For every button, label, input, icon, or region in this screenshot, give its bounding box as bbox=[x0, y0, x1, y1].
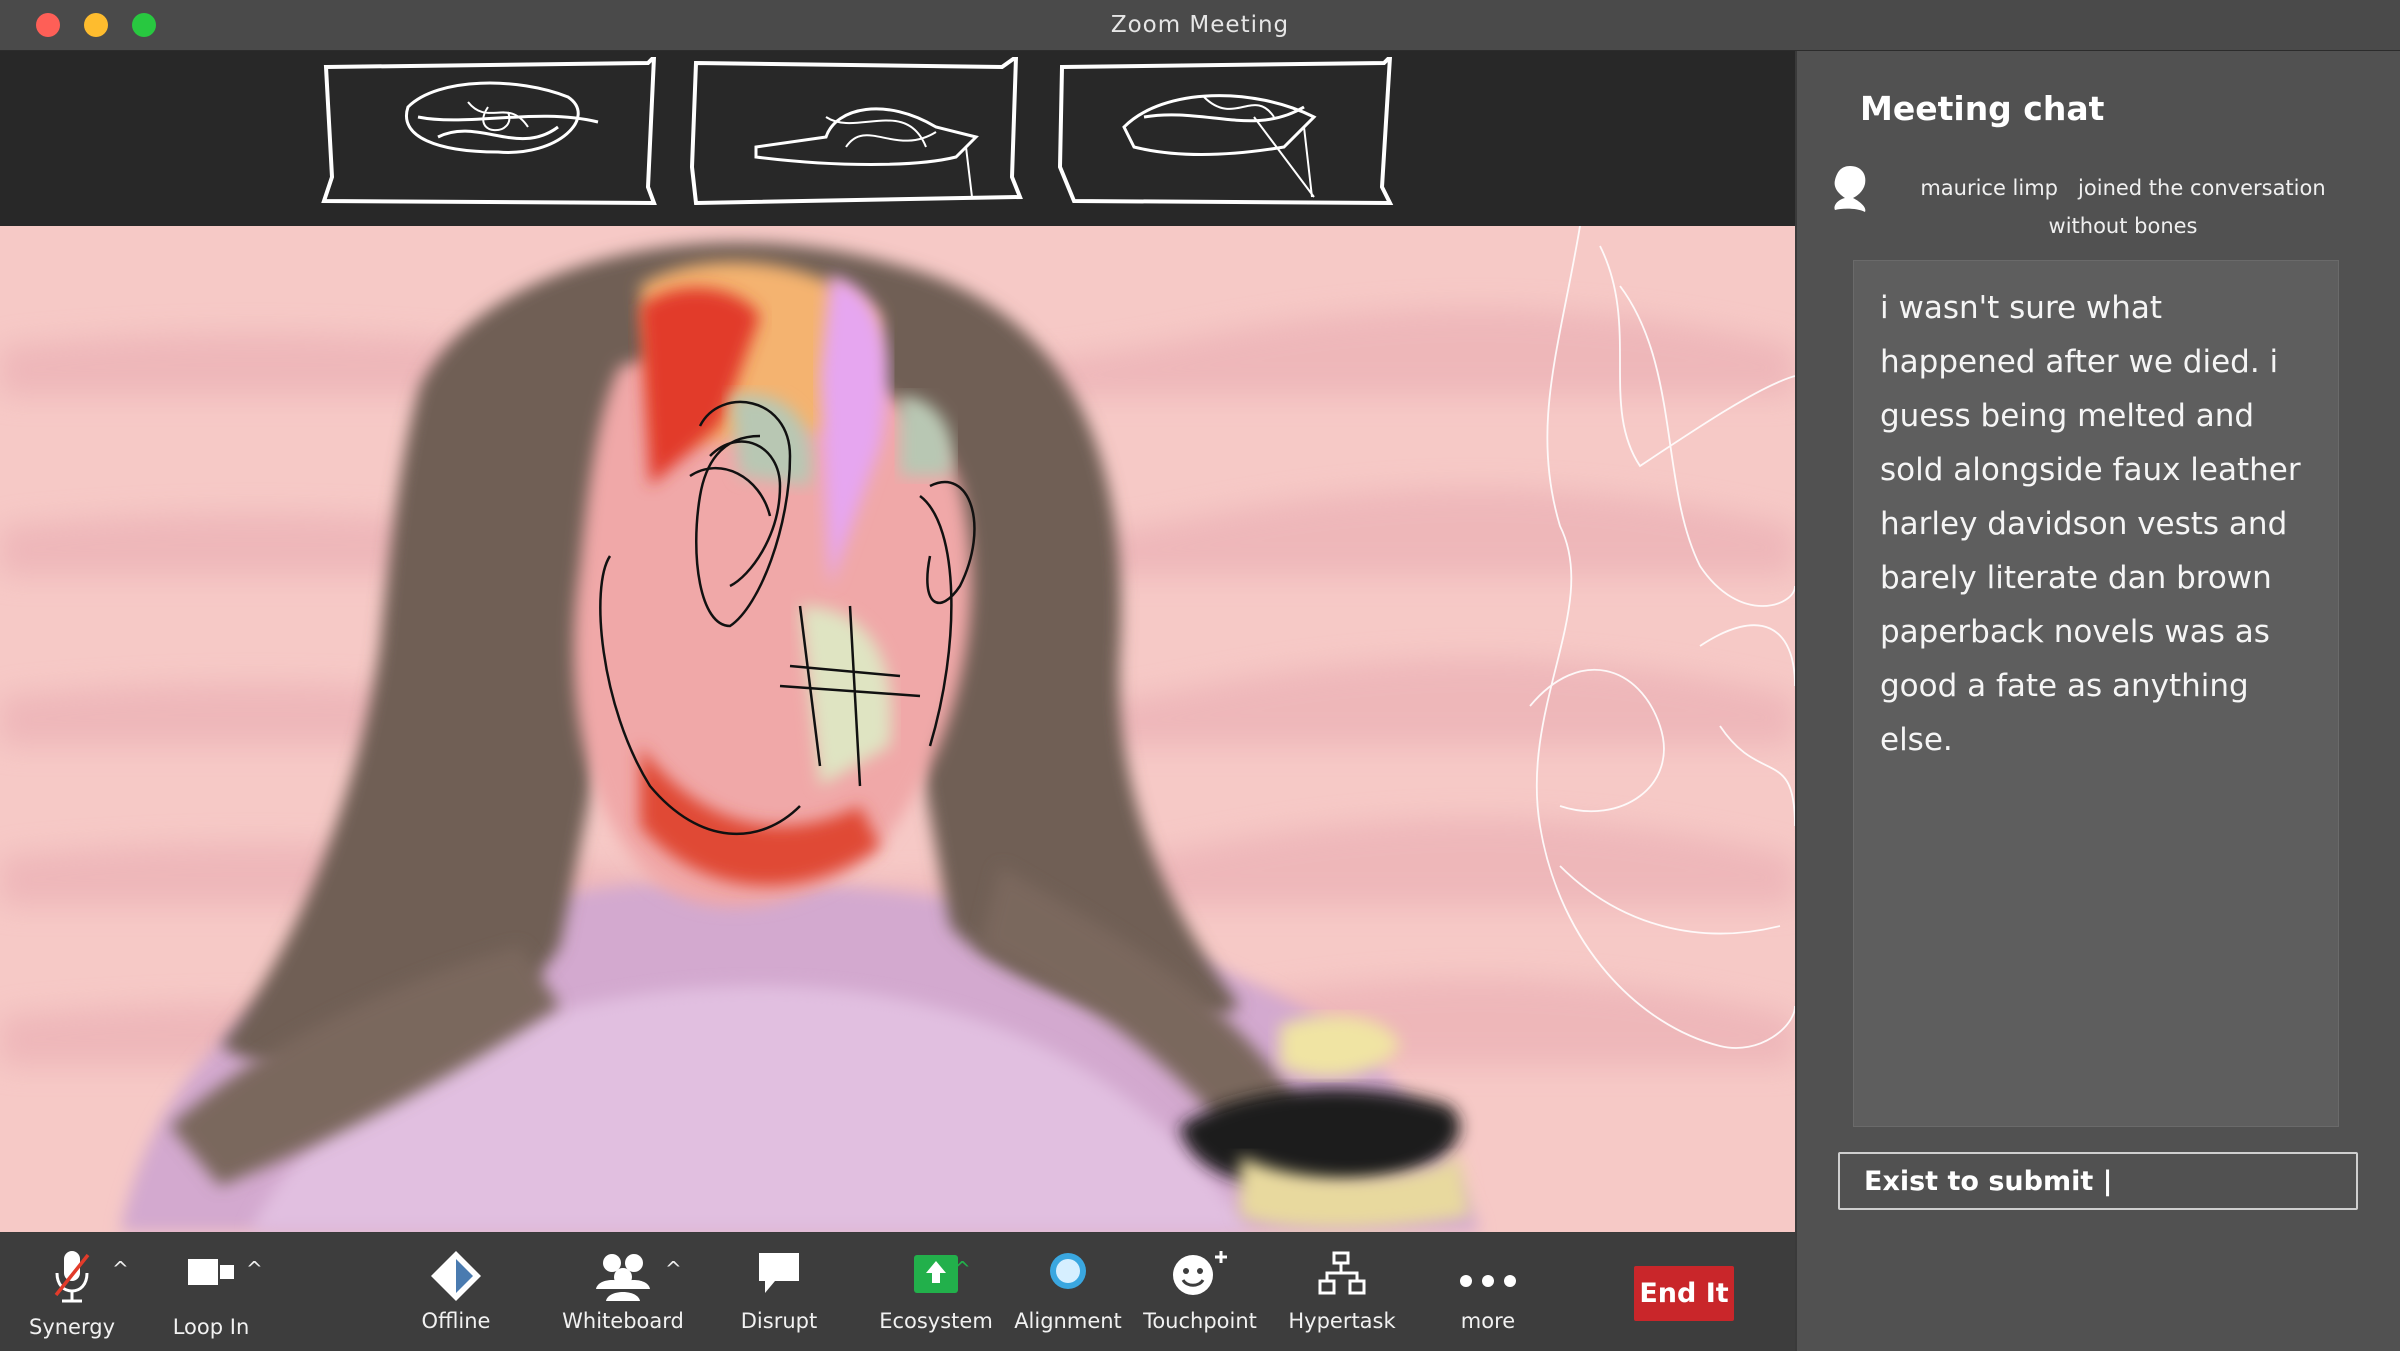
loop-in-label: Loop In bbox=[172, 1315, 250, 1339]
chat-input[interactable]: Exist to submit | bbox=[1838, 1152, 2358, 1210]
end-meeting-button[interactable]: End It bbox=[1634, 1266, 1734, 1321]
whiteboard-button[interactable]: Whiteboard bbox=[556, 1233, 690, 1351]
participant-thumbnail-3[interactable] bbox=[1054, 57, 1394, 205]
whiteboard-options-caret[interactable]: ^ bbox=[665, 1257, 682, 1281]
more-options-icon bbox=[1460, 1275, 1516, 1287]
loop-in-button[interactable]: Loop In bbox=[150, 1233, 272, 1351]
participant-join-icon bbox=[1834, 166, 1866, 212]
record-icon bbox=[1050, 1253, 1086, 1289]
meeting-toolbar: Synergy ^ Loop In ^ Offline Whiteboard ^ bbox=[0, 1233, 1795, 1351]
participants-icon bbox=[596, 1254, 650, 1301]
ecosystem-options-caret[interactable]: ^ bbox=[954, 1257, 971, 1281]
share-screen-icon bbox=[914, 1255, 958, 1293]
chat-message: i wasn't sure what happened after we die… bbox=[1880, 290, 2301, 758]
offline-label: Offline bbox=[421, 1309, 491, 1333]
loop-in-options-caret[interactable]: ^ bbox=[246, 1257, 263, 1281]
alignment-button[interactable]: Alignment bbox=[1014, 1233, 1122, 1351]
join-notice: maurice limp joined the conversation wit… bbox=[1893, 169, 2353, 245]
participant-thumbnail-1[interactable] bbox=[318, 57, 658, 205]
shield-icon bbox=[431, 1251, 481, 1301]
synergy-options-caret[interactable]: ^ bbox=[112, 1257, 129, 1281]
chat-bubble-icon bbox=[759, 1253, 799, 1293]
chat-message-area[interactable]: i wasn't sure what happened after we die… bbox=[1853, 260, 2339, 1127]
participant-thumbnail-strip bbox=[0, 51, 1795, 226]
window-title: Zoom Meeting bbox=[1110, 12, 1290, 38]
join-action: joined the conversation bbox=[2078, 176, 2326, 200]
alignment-label: Alignment bbox=[1014, 1309, 1122, 1333]
muted-microphone-icon bbox=[54, 1251, 90, 1303]
apps-icon bbox=[1318, 1251, 1366, 1295]
synergy-label: Synergy bbox=[28, 1315, 115, 1339]
reactions-icon bbox=[1173, 1251, 1227, 1295]
join-participant-name: maurice limp bbox=[1920, 176, 2059, 200]
chat-input-value: Exist to submit | bbox=[1864, 1166, 2113, 1197]
disrupt-label: Disrupt bbox=[740, 1309, 818, 1333]
more-button[interactable]: more bbox=[1438, 1233, 1538, 1351]
touchpoint-label: Touchpoint bbox=[1143, 1309, 1257, 1333]
ecosystem-label: Ecosystem bbox=[879, 1309, 993, 1333]
offline-button[interactable]: Offline bbox=[400, 1233, 512, 1351]
hypertask-button[interactable]: Hypertask bbox=[1282, 1233, 1402, 1351]
ecosystem-button[interactable]: Ecosystem bbox=[876, 1233, 996, 1351]
speaker-painting bbox=[0, 226, 1795, 1232]
synergy-button[interactable]: Synergy bbox=[14, 1233, 130, 1351]
participant-thumbnail-2[interactable] bbox=[686, 57, 1026, 205]
title-bar: Zoom Meeting bbox=[0, 0, 2400, 51]
more-label: more bbox=[1460, 1309, 1516, 1333]
hypertask-label: Hypertask bbox=[1288, 1309, 1396, 1333]
touchpoint-button[interactable]: Touchpoint bbox=[1140, 1233, 1260, 1351]
disrupt-button[interactable]: Disrupt bbox=[726, 1233, 832, 1351]
whiteboard-label: Whiteboard bbox=[562, 1309, 684, 1333]
main-video-feed[interactable] bbox=[0, 226, 1795, 1232]
chat-title: Meeting chat bbox=[1860, 89, 2105, 128]
join-suffix: without bones bbox=[2048, 214, 2198, 238]
meeting-chat-panel: Meeting chat maurice limp joined the con… bbox=[1797, 51, 2400, 1351]
video-camera-icon bbox=[188, 1259, 234, 1285]
